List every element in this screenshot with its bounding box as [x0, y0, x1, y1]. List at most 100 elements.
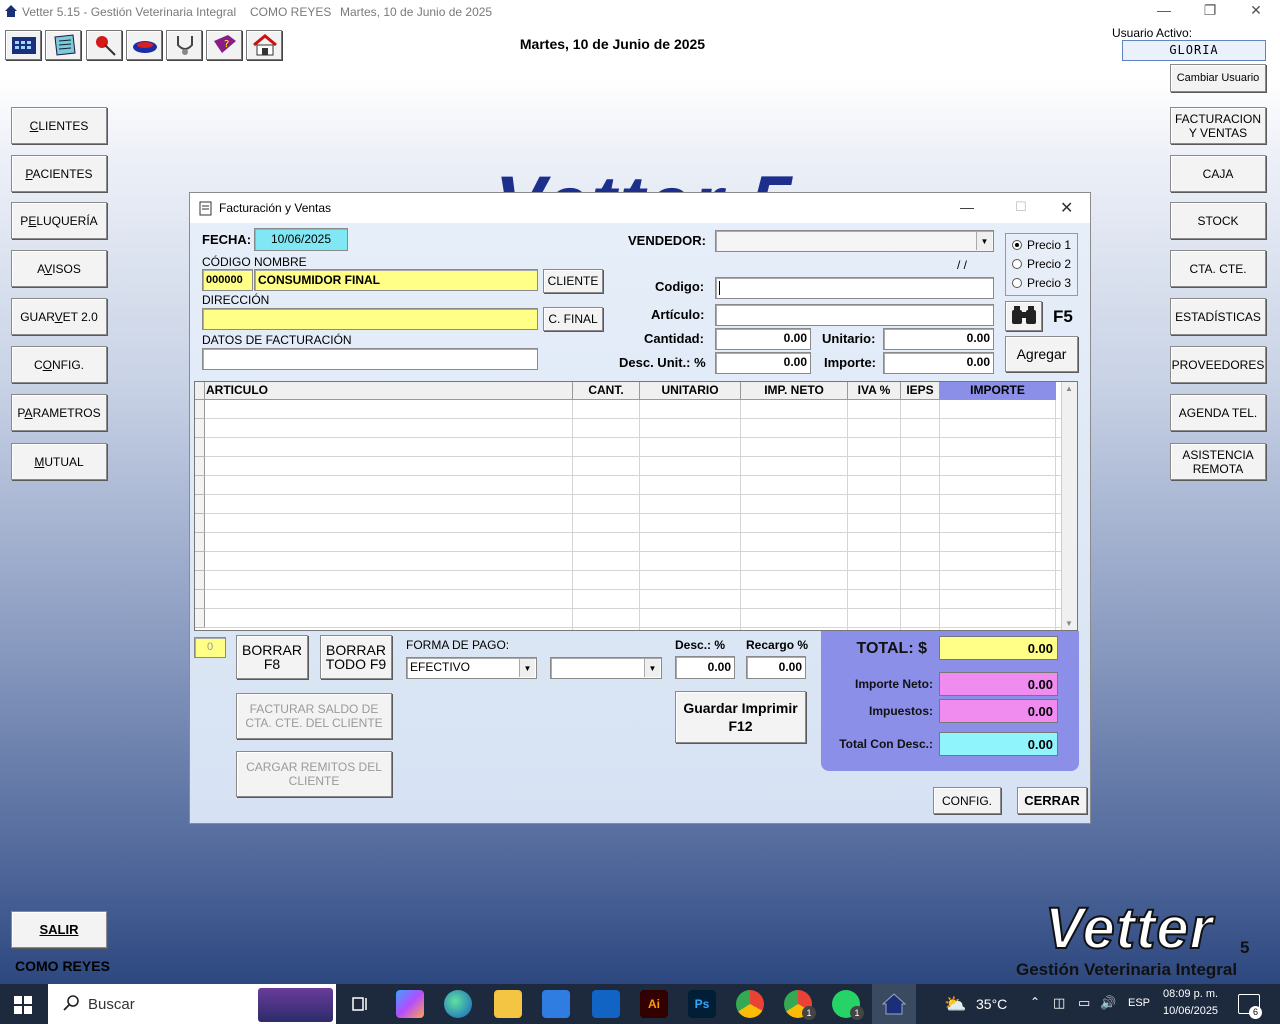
file-explorer-icon[interactable]	[494, 990, 522, 1018]
client-name-field[interactable]: CONSUMIDOR FINAL	[254, 269, 538, 291]
chevron-down-icon[interactable]: ▼	[976, 232, 992, 250]
binoculars-icon[interactable]	[1005, 301, 1042, 331]
menu-peluquería-button[interactable]: PELUQUERÍA	[11, 202, 107, 239]
price-option-2[interactable]: Precio 2	[1012, 257, 1071, 271]
module-asistencia-remota-button[interactable]: ASISTENCIA REMOTA	[1170, 443, 1266, 480]
grid-header-ieps[interactable]: IEPS	[901, 382, 940, 400]
notepad-icon[interactable]	[45, 30, 81, 60]
photoshop-icon[interactable]: Ps	[688, 990, 716, 1018]
grid-header-unitario[interactable]: UNITARIO	[640, 382, 741, 400]
grid-header-cant[interactable]: CANT.	[573, 382, 640, 400]
unitario-field[interactable]: 0.00	[883, 328, 994, 350]
menu-guarvet-2-0-button[interactable]: GUARVET 2.0	[11, 298, 107, 335]
edge-icon[interactable]	[444, 990, 472, 1018]
kennel-icon[interactable]	[246, 30, 282, 60]
windows-start-icon[interactable]	[14, 996, 32, 1017]
fecha-field[interactable]: 10/06/2025	[254, 228, 348, 251]
row-selector[interactable]	[195, 609, 205, 628]
volume-icon[interactable]: 🔊	[1100, 995, 1116, 1011]
row-selector[interactable]	[195, 438, 205, 457]
help-book-icon[interactable]: ?	[206, 30, 242, 60]
network-icon[interactable]: ◫	[1053, 995, 1065, 1011]
module-agenda-tel-button[interactable]: AGENDA TEL.	[1170, 394, 1266, 431]
table-row[interactable]	[195, 514, 1061, 533]
module-stock-button[interactable]: STOCK	[1170, 202, 1266, 239]
module-proveedores-button[interactable]: PROVEEDORES	[1170, 346, 1266, 383]
task-view-icon[interactable]	[346, 990, 374, 1018]
module-cta-cte-button[interactable]: CTA. CTE.	[1170, 250, 1266, 287]
menu-avisos-button[interactable]: AVISOS	[11, 250, 107, 287]
forma-pago-2-select[interactable]: ▼	[550, 657, 662, 679]
row-selector[interactable]	[195, 400, 205, 419]
table-row[interactable]	[195, 476, 1061, 495]
module-caja-button[interactable]: CAJA	[1170, 155, 1266, 192]
grid-header-articulo[interactable]: ARTICULO	[205, 382, 573, 400]
clock-time[interactable]: 08:09 p. m.	[1163, 988, 1218, 1000]
clock-date[interactable]: 10/06/2025	[1163, 1005, 1218, 1017]
items-grid[interactable]: ARTICULO CANT. UNITARIO IMP. NETO IVA % IEPS I…	[194, 381, 1078, 631]
direccion-field[interactable]	[202, 308, 538, 330]
cantidad-field[interactable]: 0.00	[715, 328, 811, 350]
bowl-icon[interactable]	[126, 30, 162, 60]
table-row[interactable]	[195, 552, 1061, 571]
row-selector[interactable]	[195, 552, 205, 571]
dialog-config-button[interactable]: CONFIG.	[933, 787, 1001, 814]
row-selector[interactable]	[195, 571, 205, 590]
codigo-field[interactable]	[715, 277, 994, 299]
price-option-1[interactable]: Precio 1	[1012, 238, 1071, 252]
restore-icon[interactable]: ❐	[1187, 2, 1233, 22]
agregar-button[interactable]: Agregar	[1005, 336, 1078, 372]
forma-pago-select[interactable]: EFECTIVO ▼	[406, 657, 537, 679]
taskbar-search[interactable]: Buscar	[48, 984, 336, 1024]
datos-facturacion-field[interactable]	[202, 348, 538, 370]
row-selector[interactable]	[195, 457, 205, 476]
price-option-3[interactable]: Precio 3	[1012, 276, 1071, 290]
menu-clientes-button[interactable]: CLIENTES	[11, 107, 107, 144]
cliente-button[interactable]: CLIENTE	[543, 269, 603, 293]
tray-chevron-icon[interactable]: ⌃	[1030, 995, 1040, 1009]
row-selector[interactable]	[195, 495, 205, 514]
cerrar-button[interactable]: CERRAR	[1017, 787, 1087, 814]
menu-mutual-button[interactable]: MUTUAL	[11, 443, 107, 480]
table-row[interactable]	[195, 419, 1061, 438]
borrar-todo-button[interactable]: BORRAR TODO F9	[320, 635, 392, 679]
weather-temp[interactable]: 35°C	[976, 996, 1007, 1012]
vendedor-select[interactable]: ▼	[715, 230, 994, 252]
articulo-field[interactable]	[715, 304, 994, 326]
vetter-task-active[interactable]	[872, 984, 916, 1024]
table-row[interactable]	[195, 571, 1061, 590]
table-row[interactable]	[195, 590, 1061, 609]
row-selector[interactable]	[195, 476, 205, 495]
menu-config-button[interactable]: CONFIG.	[11, 346, 107, 383]
table-row[interactable]	[195, 457, 1061, 476]
desc-field[interactable]: 0.00	[675, 656, 735, 679]
grid-header-imp-neto[interactable]: IMP. NETO	[741, 382, 848, 400]
grid-header-iva[interactable]: IVA %	[848, 382, 901, 400]
grid-scrollbar[interactable]: ▲ ▼	[1061, 382, 1077, 630]
row-selector[interactable]	[195, 533, 205, 552]
calculator-icon[interactable]	[5, 30, 41, 60]
dialog-minimize-icon[interactable]: —	[960, 199, 974, 215]
pushpin-icon[interactable]	[86, 30, 122, 60]
grid-header-importe[interactable]: IMPORTE	[940, 382, 1056, 400]
radio-button[interactable]	[1012, 240, 1022, 250]
radio-button[interactable]	[1012, 259, 1022, 269]
illustrator-icon[interactable]: Ai	[640, 990, 668, 1018]
client-code-field[interactable]: 000000	[202, 269, 253, 291]
desc-unit-field[interactable]: 0.00	[715, 352, 811, 374]
menu-parametros-button[interactable]: PARAMETROS	[11, 394, 107, 431]
outlook-icon[interactable]	[592, 990, 620, 1018]
exit-button[interactable]: SALIR	[11, 911, 107, 948]
module-facturacion-y-ventas-button[interactable]: FACTURACION Y VENTAS	[1170, 107, 1266, 144]
weather-icon[interactable]: ⛅	[944, 994, 966, 1015]
table-row[interactable]	[195, 609, 1061, 628]
change-user-button[interactable]: Cambiar Usuario	[1170, 64, 1266, 92]
menu-pacientes-button[interactable]: PACIENTES	[11, 155, 107, 192]
language-indicator[interactable]: ESP	[1128, 997, 1150, 1009]
table-row[interactable]	[195, 495, 1061, 514]
table-row[interactable]	[195, 400, 1061, 419]
row-selector[interactable]	[195, 590, 205, 609]
guardar-imprimir-button[interactable]: Guardar Imprimir F12	[675, 691, 806, 743]
scroll-down-icon[interactable]: ▼	[1065, 619, 1073, 628]
chevron-down-icon[interactable]: ▼	[519, 659, 535, 677]
